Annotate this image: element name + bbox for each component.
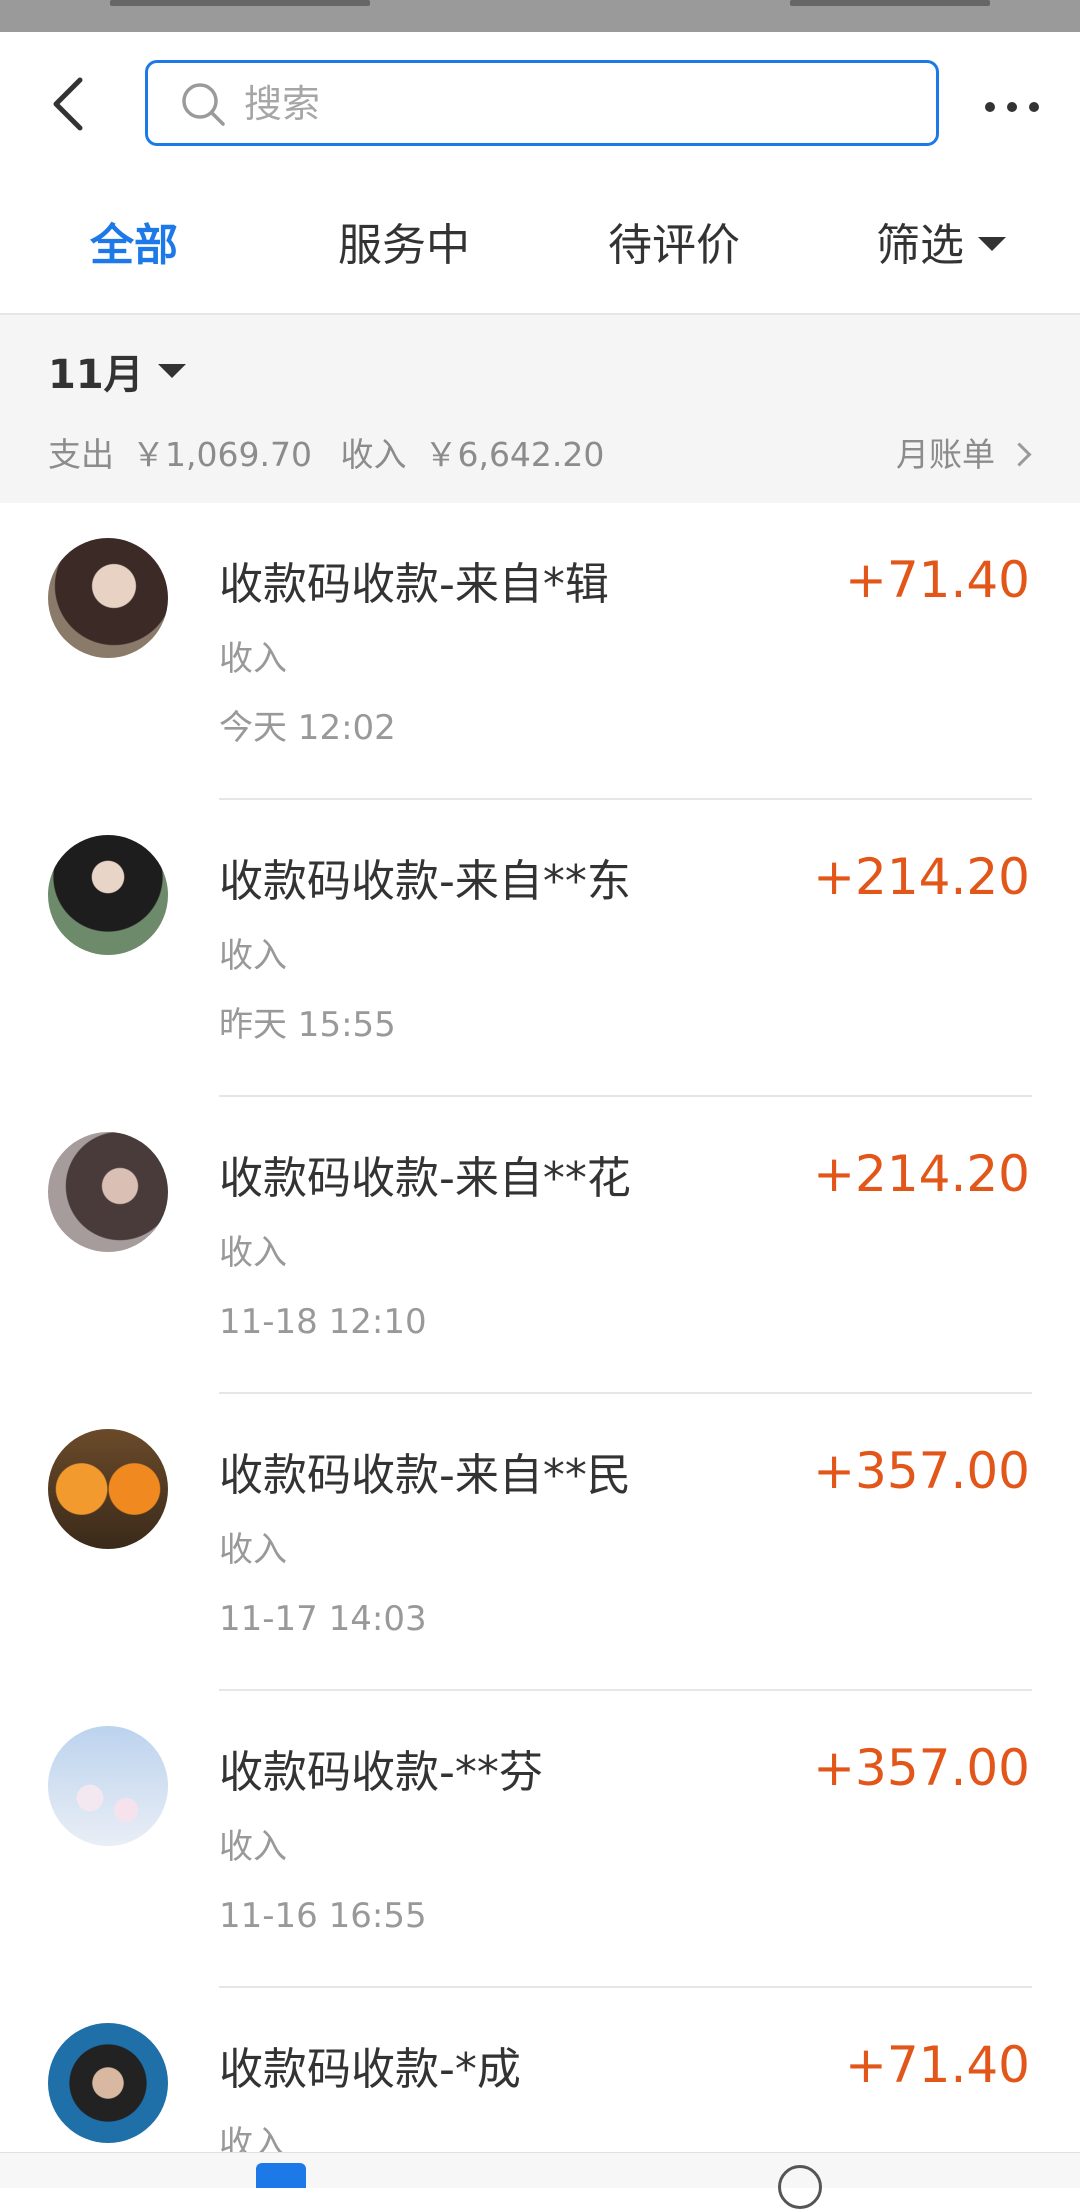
- month-summary: 11月 支出 ￥1,069.70 收入 ￥6,642.20 月账单: [0, 315, 1080, 503]
- clock-icon[interactable]: [778, 2165, 822, 2209]
- transaction-type: 收入: [219, 639, 287, 679]
- month-selector[interactable]: 11月: [48, 350, 186, 400]
- transaction-time: 11-17 14:03: [219, 1599, 427, 1639]
- transaction-title: 收款码收款-来自**东: [219, 856, 631, 907]
- avatar: [48, 1429, 168, 1549]
- tab-pending-review[interactable]: 待评价: [608, 221, 740, 271]
- expense-label: 支出: [48, 435, 114, 474]
- transaction-amount: +357.00: [813, 1739, 1030, 1797]
- list-item[interactable]: 收款码收款-来自**花 收入 11-18 12:10 +214.20: [0, 1097, 1080, 1394]
- income-value: ￥6,642.20: [424, 435, 605, 474]
- transaction-type: 收入: [219, 936, 287, 976]
- transaction-title: 收款码收款-来自**民: [219, 1450, 631, 1501]
- transaction-amount: +71.40: [844, 2036, 1030, 2094]
- list-item[interactable]: 收款码收款-来自*辑 收入 今天 12:02 +71.40: [0, 503, 1080, 800]
- avatar: [48, 1726, 168, 1846]
- transaction-title: 收款码收款-*成: [219, 2044, 521, 2095]
- expense-value: ￥1,069.70: [132, 435, 312, 474]
- month-totals: 支出 ￥1,069.70 收入 ￥6,642.20: [48, 435, 622, 475]
- transaction-time: 11-18 12:10: [219, 1302, 427, 1342]
- back-button[interactable]: [40, 72, 104, 136]
- transaction-time: 昨天 15:55: [219, 1005, 396, 1045]
- caret-down-icon: [978, 237, 1006, 251]
- filter-label: 筛选: [876, 220, 964, 271]
- more-dots-icon: [985, 102, 995, 112]
- transaction-type: 收入: [219, 2124, 287, 2152]
- transaction-amount: +357.00: [813, 1442, 1030, 1500]
- monthly-bill-link[interactable]: 月账单: [896, 435, 1032, 475]
- transaction-time: 今天 12:02: [219, 708, 396, 748]
- more-button[interactable]: [985, 102, 1041, 116]
- list-item[interactable]: 收款码收款-来自**民 收入 11-17 14:03 +357.00: [0, 1394, 1080, 1691]
- avatar: [48, 1132, 168, 1252]
- month-label: 11月: [48, 352, 144, 398]
- avatar: [48, 835, 168, 955]
- home-tab-icon[interactable]: [256, 2163, 306, 2188]
- transaction-time: 11-16 16:55: [219, 1896, 427, 1936]
- transaction-title: 收款码收款-来自**花: [219, 1153, 631, 1204]
- list-item[interactable]: 收款码收款-来自**东 收入 昨天 15:55 +214.20: [0, 800, 1080, 1097]
- search-input[interactable]: 搜索: [145, 60, 939, 146]
- bottom-navigation: [0, 2152, 1080, 2209]
- tab-bar: 全部 服务中 待评价 筛选: [0, 177, 1080, 315]
- transaction-title: 收款码收款-**芬: [219, 1747, 543, 1798]
- tab-all[interactable]: 全部: [90, 221, 178, 271]
- transaction-title: 收款码收款-来自*辑: [219, 559, 609, 610]
- tab-in-service[interactable]: 服务中: [338, 221, 470, 271]
- avatar: [48, 2023, 168, 2143]
- status-icons-right: [790, 0, 990, 6]
- avatar: [48, 538, 168, 658]
- status-icons-left: [110, 0, 370, 6]
- caret-down-icon: [157, 364, 186, 378]
- back-arrow-icon: [53, 77, 83, 131]
- status-bar: [0, 0, 1080, 32]
- monthly-bill-label: 月账单: [896, 435, 995, 474]
- transaction-type: 收入: [219, 1530, 287, 1570]
- transaction-amount: +214.20: [813, 848, 1030, 906]
- transaction-type: 收入: [219, 1827, 287, 1867]
- top-bar: 搜索: [0, 32, 1080, 177]
- search-placeholder: 搜索: [244, 82, 321, 126]
- more-dots-icon: [1007, 102, 1017, 112]
- search-icon: [182, 83, 225, 126]
- chevron-right-icon: [1007, 442, 1032, 467]
- more-dots-icon: [1029, 102, 1039, 112]
- tab-filter[interactable]: 筛选: [876, 221, 1006, 271]
- transaction-amount: +71.40: [844, 551, 1030, 609]
- transaction-type: 收入: [219, 1233, 287, 1273]
- list-item[interactable]: 收款码收款-*成 收入 +71.40: [0, 1988, 1080, 2152]
- transaction-amount: +214.20: [813, 1145, 1030, 1203]
- list-item[interactable]: 收款码收款-**芬 收入 11-16 16:55 +357.00: [0, 1691, 1080, 1988]
- income-label: 收入: [340, 435, 407, 474]
